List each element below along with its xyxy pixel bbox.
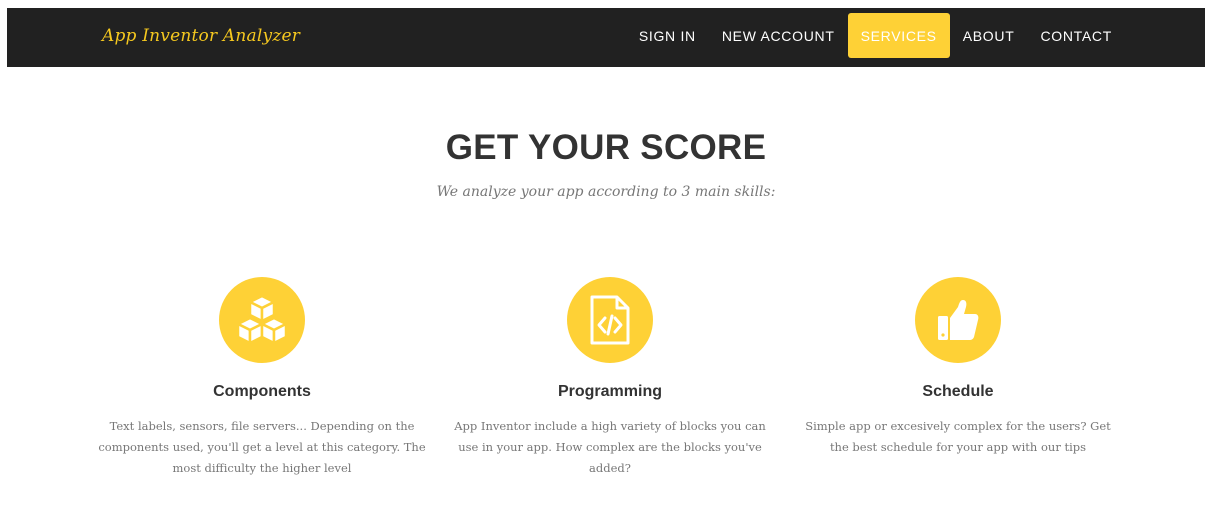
nav-about[interactable]: ABOUT — [950, 13, 1028, 58]
service-title: Programming — [557, 383, 662, 400]
service-programming: Programming App Inventor include a high … — [440, 277, 780, 479]
service-components: Components Text labels, sensors, file se… — [92, 277, 432, 479]
nav-links: SIGN IN NEW ACCOUNT SERVICES ABOUT CONTA… — [626, 13, 1125, 58]
service-schedule: Schedule Simple app or excesively comple… — [788, 277, 1128, 458]
service-description: Text labels, sensors, file servers... De… — [98, 419, 426, 475]
brand-logo-link[interactable]: App Inventor Analyzer — [102, 26, 300, 46]
nav-new-account[interactable]: NEW ACCOUNT — [709, 13, 848, 58]
nav-contact[interactable]: CONTACT — [1027, 13, 1125, 58]
service-description: Simple app or excesively complex for the… — [805, 419, 1111, 454]
top-navbar: App Inventor Analyzer SIGN IN NEW ACCOUN… — [7, 8, 1205, 67]
file-code-icon — [567, 277, 653, 363]
service-title: Components — [213, 383, 311, 400]
cubes-icon — [219, 277, 305, 363]
section-heading: GET YOUR SCORE — [445, 128, 767, 167]
section-subheading: We analyze your app according to 3 main … — [436, 184, 776, 200]
nav-services[interactable]: SERVICES — [847, 13, 950, 58]
service-description: App Inventor include a high variety of b… — [454, 419, 766, 475]
nav-sign-in[interactable]: SIGN IN — [626, 13, 709, 58]
thumbs-up-icon — [915, 277, 1001, 363]
service-title: Schedule — [922, 383, 994, 400]
